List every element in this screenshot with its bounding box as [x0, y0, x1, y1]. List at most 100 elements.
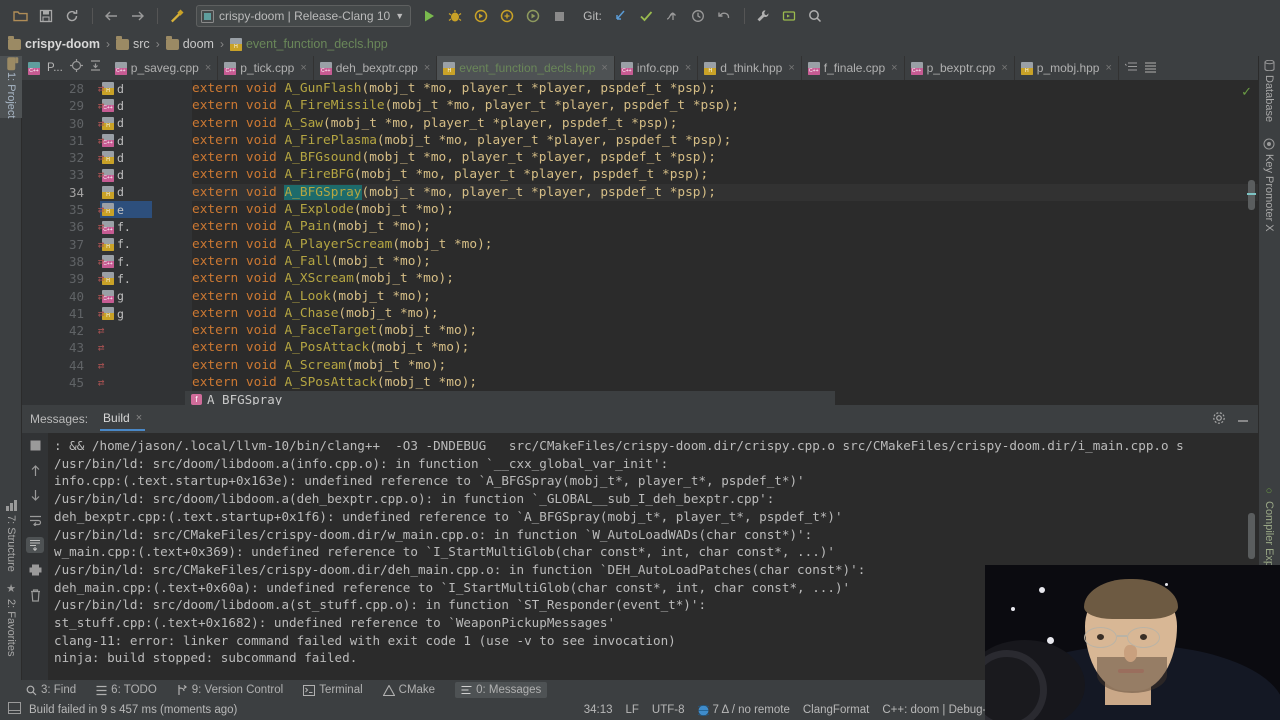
- sidebar-item-key-promoter[interactable]: Key Promoter X: [1258, 134, 1280, 240]
- tool-window-find[interactable]: 3: Find: [26, 684, 76, 696]
- run-with-coverage-icon[interactable]: [469, 5, 493, 27]
- close-icon[interactable]: ×: [136, 412, 142, 424]
- vim-icon[interactable]: [1183, 701, 1196, 719]
- code-line[interactable]: 32 ⇄ extern void A_BFGsound(mobj_t *mo, pl…: [69, 149, 1258, 166]
- implementation-arrow-icon[interactable]: ⇄: [94, 305, 108, 322]
- build-hammer-icon[interactable]: [164, 5, 188, 27]
- settings-wrench-icon[interactable]: [751, 5, 775, 27]
- implementation-arrow-icon[interactable]: ⇄: [94, 288, 108, 305]
- chevron-down-icon[interactable]: ▼: [395, 11, 404, 21]
- rollback-icon[interactable]: [712, 5, 736, 27]
- git-branch-status[interactable]: Git: cnd-doom-stream-temp: [1029, 704, 1170, 716]
- cloud-icon[interactable]: [1260, 701, 1274, 719]
- soft-wrap-icon[interactable]: [26, 512, 44, 528]
- project-select-icon[interactable]: [28, 61, 40, 75]
- close-icon[interactable]: ×: [601, 62, 607, 74]
- editor-tab[interactable]: p_saveg.cpp ×: [109, 56, 219, 80]
- caret-position[interactable]: 34:13: [584, 704, 613, 716]
- close-icon[interactable]: ×: [424, 62, 430, 74]
- implementation-arrow-icon[interactable]: ⇄: [94, 149, 108, 166]
- trash-icon[interactable]: [26, 587, 44, 603]
- editor-tab[interactable]: p_tick.cpp ×: [218, 56, 314, 80]
- sidebar-item-database[interactable]: Database: [1258, 56, 1280, 126]
- implementation-arrow-icon[interactable]: ⇄: [94, 253, 108, 270]
- editor-tab[interactable]: deh_bexptr.cpp ×: [314, 56, 438, 80]
- tab-layout-icon[interactable]: [1144, 61, 1157, 76]
- implementation-arrow-icon[interactable]: ⇄: [94, 236, 108, 253]
- tab-overflow-controls[interactable]: [1119, 56, 1163, 80]
- build-output-text[interactable]: : && /home/jason/.local/llvm-10/bin/clan…: [48, 433, 1258, 680]
- close-icon[interactable]: ×: [685, 62, 691, 74]
- search-everywhere-icon[interactable]: [803, 5, 827, 27]
- sync-icon[interactable]: [60, 5, 84, 27]
- implementation-arrow-icon[interactable]: ⇄: [94, 270, 108, 287]
- code-line[interactable]: 36 ⇄ extern void A_Pain(mobj_t *mo);: [69, 218, 1258, 235]
- breadcrumb-item-src[interactable]: src: [116, 35, 150, 51]
- code-line[interactable]: 45 ⇄ extern void A_SPosAttack(mobj_t *mo);: [69, 374, 1258, 391]
- code-line[interactable]: 33 ⇄ extern void A_FireBFG(mobj_t *mo, pla…: [69, 166, 1258, 183]
- implementation-arrow-icon[interactable]: ⇄: [94, 97, 108, 114]
- close-icon[interactable]: ×: [1001, 62, 1007, 74]
- sidebar-item-favorites[interactable]: ★ 2: Favorites: [0, 578, 22, 656]
- implementation-arrow-icon[interactable]: ⇄: [94, 357, 108, 374]
- code-line[interactable]: 35 ⇄ extern void A_Explode(mobj_t *mo);: [69, 201, 1258, 218]
- cmake-profile-status[interactable]: C++: doom | Debug-Clang: [882, 704, 1016, 716]
- collapse-icon[interactable]: [90, 59, 101, 77]
- implementation-arrow-icon[interactable]: ⇄: [94, 374, 108, 391]
- editor-tab[interactable]: p_bexptr.cpp ×: [905, 56, 1015, 80]
- commit-icon[interactable]: [634, 5, 658, 27]
- clang-format-status[interactable]: ClangFormat: [803, 704, 869, 716]
- code-line[interactable]: 29 ⇄ extern void A_FireMissile(mobj_t *mo,…: [69, 97, 1258, 114]
- code-line[interactable]: 30 ⇄ extern void A_Saw(mobj_t *mo, player_…: [69, 115, 1258, 132]
- tool-window-todo[interactable]: 6: TODO: [96, 684, 157, 696]
- implementation-arrow-icon[interactable]: ⇄: [94, 218, 108, 235]
- run-configuration-selector[interactable]: crispy-doom | Release-Clang 10 ▼: [196, 5, 412, 27]
- lock-open-icon[interactable]: [1209, 701, 1221, 719]
- editor-tab[interactable]: d_think.hpp ×: [698, 56, 802, 80]
- tab-head-label[interactable]: P...: [47, 62, 63, 74]
- editor-marker[interactable]: [1247, 193, 1256, 195]
- build-output-scrollbar-thumb[interactable]: [1248, 513, 1255, 559]
- editor-tab[interactable]: f_finale.cpp ×: [802, 56, 905, 80]
- inspection-ok-icon[interactable]: ✓: [1241, 84, 1252, 100]
- prev-occurrence-icon[interactable]: [26, 462, 44, 478]
- implementation-arrow-icon[interactable]: ⇄: [94, 201, 108, 218]
- open-folder-icon[interactable]: [8, 5, 32, 27]
- back-arrow-icon[interactable]: [99, 5, 123, 27]
- run-icon[interactable]: [417, 5, 441, 27]
- tab-list-icon[interactable]: [1124, 61, 1138, 75]
- vcs-changes[interactable]: 7 Δ / no remote: [697, 704, 790, 716]
- close-icon[interactable]: ×: [300, 62, 306, 74]
- run-anything-icon[interactable]: [777, 5, 801, 27]
- editor-tab-active[interactable]: event_function_decls.hpp ×: [437, 56, 615, 80]
- sidebar-item-project[interactable]: 1: Project: [0, 56, 22, 118]
- close-icon[interactable]: ×: [788, 62, 794, 74]
- close-icon[interactable]: ×: [891, 62, 897, 74]
- code-editor[interactable]: d d d d d d d e f. f. f. f. g g 28 ⇄ exter…: [22, 80, 1258, 405]
- sidebar-item-compiler-explorer[interactable]: ○ Compiler Explorer: [1258, 481, 1280, 606]
- code-line[interactable]: 39 ⇄ extern void A_XScream(mobj_t *mo);: [69, 270, 1258, 287]
- list-item[interactable]: d: [100, 184, 152, 201]
- editor-tab[interactable]: info.cpp ×: [615, 56, 699, 80]
- push-icon[interactable]: [660, 5, 684, 27]
- code-line-current[interactable]: 34 extern void A_BFGSpray(mobj_t *mo, pla…: [69, 183, 1258, 202]
- implementation-arrow-icon[interactable]: ⇄: [94, 339, 108, 356]
- tool-window-terminal[interactable]: Terminal: [303, 684, 363, 696]
- forward-arrow-icon[interactable]: [125, 5, 149, 27]
- implementation-arrow-icon[interactable]: ⇄: [94, 166, 108, 183]
- stop-icon[interactable]: [26, 437, 44, 453]
- code-line[interactable]: 31 ⇄ extern void A_FirePlasma(mobj_t *mo, …: [69, 132, 1258, 149]
- file-encoding[interactable]: UTF-8: [652, 704, 685, 716]
- inspections-icon[interactable]: [1234, 701, 1247, 719]
- breadcrumb-item-file[interactable]: event_function_decls.hpp: [229, 37, 388, 51]
- tool-window-version-control[interactable]: 9: Version Control: [177, 684, 283, 696]
- implementation-arrow-icon[interactable]: ⇄: [94, 132, 108, 149]
- editor-tab[interactable]: p_mobj.hpp ×: [1015, 56, 1119, 80]
- code-line[interactable]: 44 ⇄ extern void A_Scream(mobj_t *mo);: [69, 357, 1258, 374]
- implementation-arrow-icon[interactable]: ⇄: [94, 80, 108, 97]
- stop-icon[interactable]: [547, 5, 571, 27]
- locate-icon[interactable]: [69, 59, 83, 77]
- code-line[interactable]: 43 ⇄ extern void A_PosAttack(mobj_t *mo);: [69, 339, 1258, 356]
- close-icon[interactable]: ×: [1105, 62, 1111, 74]
- tool-window-messages[interactable]: 0: Messages: [455, 682, 548, 698]
